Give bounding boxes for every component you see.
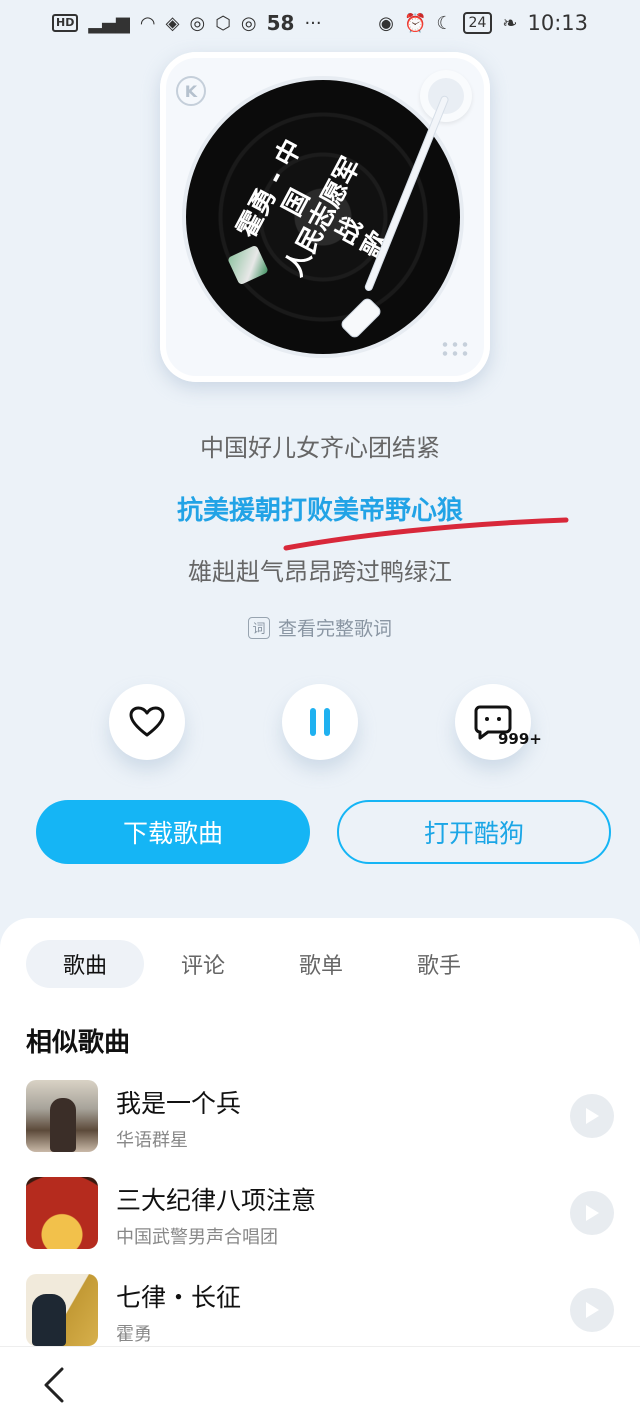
play-icon	[586, 1108, 599, 1124]
comment-button[interactable]	[455, 684, 531, 760]
play-icon	[586, 1302, 599, 1318]
heart-icon	[129, 706, 165, 737]
song-cover-image	[26, 1080, 98, 1152]
view-full-lyrics-link[interactable]: 词 查看完整歌词	[0, 614, 640, 641]
song-list-item[interactable]: 七律・长征 霍勇	[26, 1274, 614, 1350]
like-button[interactable]	[109, 684, 185, 760]
dots-decoration-icon	[440, 340, 470, 358]
status-right: ◉ ⏰ ☾ 24 ❧ 10:13	[378, 11, 588, 35]
tab-artists[interactable]: 歌手	[380, 940, 498, 988]
alarm-icon: ⏰	[403, 12, 427, 34]
record-title: 霍勇 - 中国 人民志愿军战 歌	[232, 129, 411, 305]
more-icon: ···	[304, 12, 322, 34]
song-title: 三大纪律八项注意	[116, 1186, 317, 1215]
tab-songs[interactable]: 歌曲	[26, 940, 144, 988]
song-cover-image	[26, 1177, 98, 1249]
lyrics-icon: 词	[247, 616, 270, 639]
wechat-icon-2: ◎	[240, 12, 257, 34]
back-icon[interactable]	[40, 1365, 68, 1405]
play-icon	[586, 1205, 599, 1221]
open-kugou-button[interactable]: 打开酷狗	[337, 800, 611, 864]
play-song-button[interactable]	[570, 1191, 614, 1235]
leaf-icon: ❧	[502, 12, 518, 34]
wechat-icon: ◎	[189, 12, 206, 34]
song-artist: 霍勇	[116, 1324, 152, 1345]
pause-button[interactable]	[282, 684, 358, 760]
kugou-logo-icon: K	[176, 76, 206, 106]
moon-icon: ☾	[436, 12, 453, 34]
view-full-lyrics-label: 查看完整歌词	[277, 618, 392, 640]
song-artist: 中国武警男声合唱团	[116, 1227, 278, 1248]
download-song-button[interactable]: 下载歌曲	[36, 800, 310, 864]
song-cover-image	[26, 1274, 98, 1346]
tab-comments[interactable]: 评论	[144, 940, 262, 988]
comment-count-badge: 999+	[498, 730, 542, 748]
hd-badge: HD	[52, 14, 79, 32]
song-list-item[interactable]: 我是一个兵 华语群星	[26, 1080, 614, 1156]
song-title: 我是一个兵	[116, 1089, 242, 1118]
battery-icon: 24	[462, 12, 493, 34]
song-artist: 华语群星	[116, 1130, 188, 1151]
similar-songs-title: 相似歌曲	[26, 1028, 131, 1058]
app-notification-icon: ◈	[165, 12, 180, 34]
wifi-icon: ◠	[139, 12, 156, 34]
pause-icon	[310, 708, 330, 736]
clock: 10:13	[527, 11, 588, 35]
hexagon-icon: ⬡	[215, 12, 231, 34]
eye-icon: ◉	[378, 12, 394, 34]
signal-icon: ▂▄▆	[88, 12, 130, 34]
lyric-previous-line: 中国好儿女齐心团结紧	[200, 434, 440, 462]
tab-playlists[interactable]: 歌单	[262, 940, 380, 988]
status-left: HD ▂▄▆ ◠ ◈ ◎ ⬡ ◎ 58 ···	[52, 11, 322, 35]
system-nav-bar	[0, 1346, 640, 1422]
notification-count: 58	[266, 11, 295, 35]
vinyl-record[interactable]: 霍勇 - 中国 人民志愿军战 歌	[186, 80, 460, 354]
tab-bar: 歌曲 评论 歌单 歌手	[26, 940, 498, 988]
turntable-card: K 霍勇 - 中国 人民志愿军战 歌	[160, 52, 490, 382]
song-list-item[interactable]: 三大纪律八项注意 中国武警男声合唱团	[26, 1177, 614, 1253]
lyric-next-line: 雄赳赳气昂昂跨过鸭绿江	[188, 558, 452, 586]
play-song-button[interactable]	[570, 1094, 614, 1138]
play-song-button[interactable]	[570, 1288, 614, 1332]
song-title: 七律・长征	[116, 1283, 242, 1312]
status-bar: HD ▂▄▆ ◠ ◈ ◎ ⬡ ◎ 58 ··· ◉ ⏰ ☾ 24 ❧ 10:13	[0, 0, 640, 46]
